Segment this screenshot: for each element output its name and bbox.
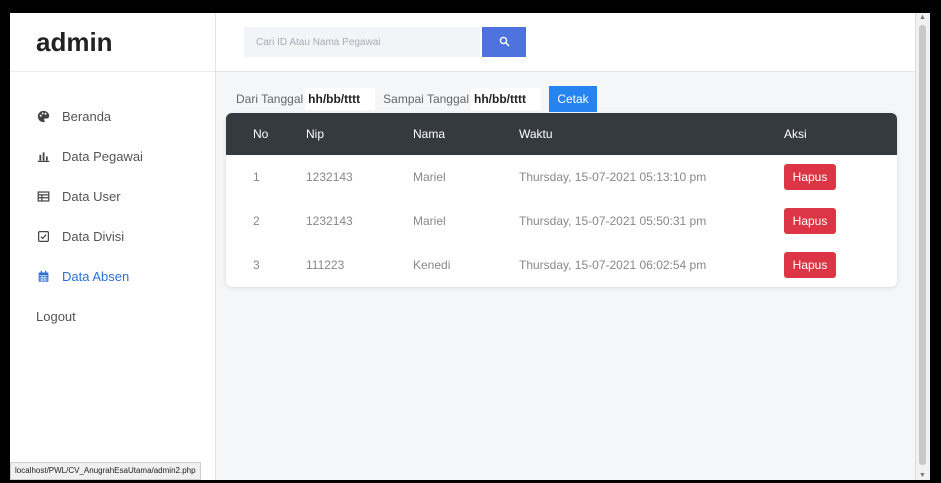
table-row: 3 111223 Kenedi Thursday, 15-07-2021 06:… (226, 243, 897, 287)
sidebar-item-data-absen[interactable]: Data Absen (10, 256, 215, 296)
table-row: 2 1232143 Mariel Thursday, 15-07-2021 05… (226, 199, 897, 243)
status-url: localhost/PWL/CV_AnugrahEsaUtama/admin2.… (10, 462, 201, 480)
search-button[interactable] (482, 27, 526, 57)
to-date-input[interactable] (471, 88, 541, 110)
cell-aksi: Hapus (783, 243, 897, 287)
attendance-table-card: No Nip Nama Waktu Aksi 1 1232143 Mariel … (226, 113, 897, 287)
sidebar-item-label: Data Absen (62, 268, 130, 284)
table-icon (36, 189, 50, 203)
sidebar-item-label: Logout (36, 308, 76, 324)
vertical-scrollbar[interactable]: ▲ ▼ (915, 13, 930, 480)
cell-waktu: Thursday, 15-07-2021 05:13:10 pm (519, 170, 707, 184)
delete-button[interactable]: Hapus (784, 164, 836, 190)
from-date-input[interactable] (305, 88, 376, 110)
cell-aksi: Hapus (783, 199, 897, 243)
sidebar-item-beranda[interactable]: Beranda (10, 96, 215, 136)
column-header-nip: Nip (306, 127, 325, 141)
bar-chart-icon (36, 149, 50, 163)
delete-button[interactable]: Hapus (784, 208, 836, 234)
date-filter: Dari Tanggal Sampai Tanggal Cetak (236, 86, 597, 112)
sidebar-item-data-user[interactable]: Data User (10, 176, 215, 216)
brand-title: admin (10, 13, 215, 72)
column-header-nama: Nama (413, 127, 446, 141)
sidebar: admin Beranda Data Pegawai Data User Dat… (10, 13, 216, 480)
sidebar-item-label: Data User (62, 188, 121, 204)
table-row: 1 1232143 Mariel Thursday, 15-07-2021 05… (226, 155, 897, 199)
cell-nama: Mariel (413, 214, 446, 228)
cell-nip: 1232143 (306, 170, 353, 184)
table-header-row: No Nip Nama Waktu Aksi (226, 113, 897, 155)
scroll-down-icon[interactable]: ▼ (919, 472, 926, 479)
topbar (216, 13, 930, 72)
cell-no: 1 (253, 170, 260, 184)
attendance-table: No Nip Nama Waktu Aksi 1 1232143 Mariel … (226, 113, 897, 287)
cell-nama: Kenedi (413, 258, 451, 272)
cell-nip: 1232143 (306, 214, 353, 228)
cell-no: 3 (253, 258, 260, 272)
sidebar-item-label: Data Divisi (62, 228, 125, 244)
column-header-waktu: Waktu (519, 127, 553, 141)
cell-waktu: Thursday, 15-07-2021 06:02:54 pm (519, 258, 707, 272)
sidebar-item-logout[interactable]: Logout (10, 296, 215, 336)
delete-button[interactable]: Hapus (784, 252, 836, 278)
column-header-aksi: Aksi (784, 127, 807, 141)
sidebar-item-label: Beranda (62, 108, 112, 124)
sidebar-menu: Beranda Data Pegawai Data User Data Divi… (10, 72, 215, 336)
scrollbar-thumb[interactable] (919, 25, 926, 465)
scroll-up-icon[interactable]: ▲ (919, 14, 926, 21)
from-date-label: Dari Tanggal (236, 92, 304, 106)
calendar-icon (36, 269, 50, 283)
column-header-no: No (253, 127, 269, 141)
sidebar-item-label: Data Pegawai (62, 148, 143, 164)
cell-no: 2 (253, 214, 260, 228)
sidebar-item-data-divisi[interactable]: Data Divisi (10, 216, 215, 256)
palette-icon (36, 109, 50, 123)
checkbox-icon (36, 229, 50, 243)
to-date-label: Sampai Tanggal (383, 92, 469, 106)
sidebar-item-data-pegawai[interactable]: Data Pegawai (10, 136, 215, 176)
cell-nama: Mariel (413, 170, 446, 184)
cell-aksi: Hapus (783, 155, 897, 199)
search-input[interactable] (244, 27, 480, 57)
cell-nip: 111223 (306, 258, 345, 272)
cell-waktu: Thursday, 15-07-2021 05:50:31 pm (519, 214, 707, 228)
print-button[interactable]: Cetak (549, 86, 597, 112)
search-icon (499, 35, 510, 50)
